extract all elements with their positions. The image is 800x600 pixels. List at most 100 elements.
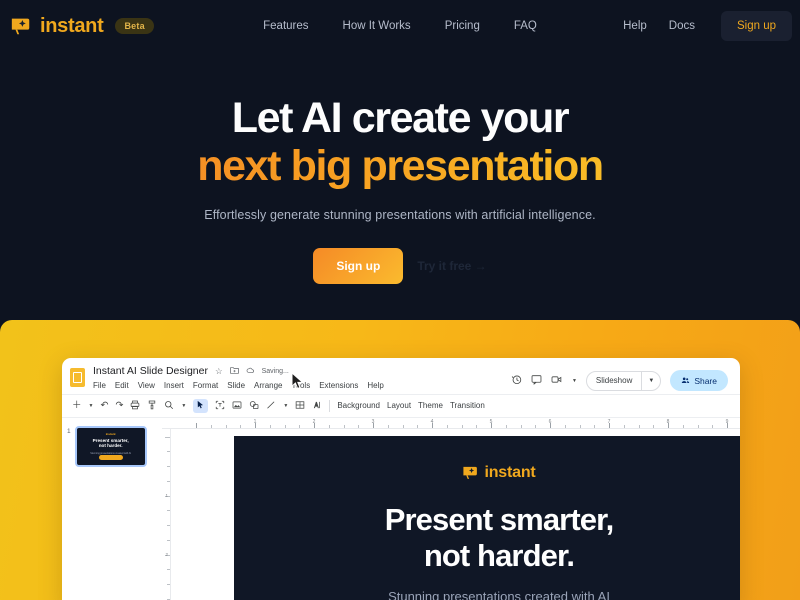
editor-body: 1 instant Present smarter, not harder. St…: [62, 416, 740, 600]
ruler-tick: [417, 424, 419, 428]
nav-link-faq[interactable]: FAQ: [514, 20, 537, 32]
ruler-label: 2: [165, 551, 168, 557]
menu-item-help[interactable]: Help: [367, 381, 383, 390]
undo-icon[interactable]: ↶: [100, 401, 108, 411]
line-icon[interactable]: [266, 400, 276, 413]
editor-action-bar: ▼ Slideshow ▼ Share: [511, 365, 730, 391]
slide-heading-line-2: not harder.: [423, 538, 575, 574]
ruler-tick: [387, 424, 389, 428]
hero-section: Let AI create your next big presentation…: [0, 52, 800, 322]
thumbnail-cta-shape: [98, 454, 123, 460]
ruler-tick: [167, 451, 170, 453]
zoom-caret-icon[interactable]: ▼: [181, 403, 186, 409]
menu-item-tools[interactable]: Tools: [292, 381, 311, 390]
save-status-text: Saving...: [261, 367, 289, 375]
add-slide-caret-icon[interactable]: ▼: [89, 403, 94, 409]
vertical-ruler[interactable]: 123: [162, 428, 171, 600]
thumbnail-title: Present smarter, not harder.: [92, 437, 129, 449]
slide-thumbnail[interactable]: instant Present smarter, not harder. Stun…: [74, 425, 147, 467]
menu-item-arrange[interactable]: Arrange: [254, 381, 282, 390]
slide-subheading: Stunning presentations created with AI: [388, 588, 610, 600]
horizontal-ruler[interactable]: 1 2 3 4 5 6 7 8 9: [162, 417, 740, 429]
ruler-tick: [167, 480, 170, 482]
menu-item-edit[interactable]: Edit: [115, 381, 129, 390]
ruler-tick: [167, 569, 170, 571]
share-label: Share: [694, 375, 717, 386]
ruler-label: 1: [253, 418, 257, 425]
table-icon[interactable]: [295, 400, 305, 413]
menu-item-format[interactable]: Format: [193, 381, 218, 390]
ruler-label: 5: [489, 418, 493, 425]
print-icon[interactable]: [130, 400, 140, 413]
history-clock-icon[interactable]: [511, 374, 522, 388]
slide-editor-window: Instant AI Slide Designer ☆ Saving... Fi…: [62, 358, 740, 600]
transition-button[interactable]: Transition: [450, 401, 485, 410]
editor-formatting-toolbar: ＋ ▼ ↶ ↷ ▼ ▼ Background Layout Theme Tran…: [62, 394, 740, 417]
redo-icon[interactable]: ↷: [115, 401, 123, 411]
nav-link-docs[interactable]: Docs: [669, 20, 695, 32]
menu-item-insert[interactable]: Insert: [164, 381, 184, 390]
nav-link-how-it-works[interactable]: How It Works: [343, 20, 411, 32]
star-icon[interactable]: ☆: [215, 367, 223, 376]
beta-badge: Beta: [115, 18, 154, 34]
ruler-tick: [505, 424, 507, 428]
ruler-tick: [446, 424, 448, 428]
insert-image-icon[interactable]: [232, 400, 242, 413]
zoom-icon[interactable]: [164, 400, 174, 413]
meet-dropdown-caret-icon[interactable]: ▼: [572, 378, 577, 384]
menu-item-slide[interactable]: Slide: [227, 381, 245, 390]
cloud-saved-icon[interactable]: [246, 366, 255, 377]
nav-link-help[interactable]: Help: [623, 20, 647, 32]
select-cursor-icon[interactable]: [193, 399, 209, 413]
ruler-label: 9: [725, 418, 729, 425]
active-slide-canvas[interactable]: instant Present smarter, not harder. Stu…: [234, 435, 740, 600]
layout-button[interactable]: Layout: [387, 401, 411, 410]
menu-item-file[interactable]: File: [93, 381, 106, 390]
projector-sparkle-icon: [462, 464, 479, 481]
ruler-tick: [358, 424, 360, 428]
ruler-label: 8: [666, 418, 670, 425]
ruler-tick: [328, 424, 330, 428]
slide-logo-word: instant: [484, 463, 536, 481]
theme-button[interactable]: Theme: [418, 401, 443, 410]
menu-item-extensions[interactable]: Extensions: [319, 381, 358, 390]
ruler-tick: [240, 424, 242, 428]
slideshow-dropdown-caret-icon[interactable]: ▼: [642, 378, 660, 384]
document-title[interactable]: Instant AI Slide Designer: [93, 365, 208, 377]
text-box-icon[interactable]: [215, 400, 225, 413]
nav-signup-button[interactable]: Sign up: [720, 11, 792, 41]
secondary-nav: Help Docs Sign up: [623, 11, 800, 41]
ruler-tick: [638, 424, 640, 428]
video-camera-icon[interactable]: [551, 374, 563, 388]
slide-canvas-stage[interactable]: instant Present smarter, not harder. Stu…: [171, 428, 740, 600]
ruler-tick: [402, 424, 404, 428]
brand-logo[interactable]: instant Beta: [0, 15, 154, 38]
list-item[interactable]: 1 instant Present smarter, not harder. St…: [67, 425, 158, 467]
ruler-tick: [167, 466, 170, 467]
paint-format-icon[interactable]: [147, 400, 157, 413]
ruler-tick: [535, 424, 537, 428]
nav-link-features[interactable]: Features: [263, 20, 308, 32]
menu-item-view[interactable]: View: [138, 381, 155, 390]
ruler-tick: [343, 424, 345, 428]
comment-icon[interactable]: [531, 374, 542, 388]
ruler-tick: [167, 584, 170, 585]
hero-signup-button[interactable]: Sign up: [313, 248, 404, 285]
line-caret-icon[interactable]: ▼: [283, 403, 288, 409]
shape-icon[interactable]: [249, 400, 259, 413]
move-to-folder-icon[interactable]: [229, 366, 239, 377]
transition-effect-icon[interactable]: [312, 400, 322, 413]
slideshow-button[interactable]: Slideshow ▼: [585, 370, 662, 391]
ruler-tick: [269, 424, 271, 428]
share-button[interactable]: Share: [670, 370, 728, 391]
background-button[interactable]: Background: [337, 401, 380, 410]
add-slide-icon[interactable]: ＋: [72, 401, 82, 411]
hero-try-it-free-link[interactable]: Try it free →: [417, 259, 486, 273]
thumbnail-logo: instant: [105, 431, 116, 436]
people-icon: [682, 377, 690, 383]
ruler-tick: [196, 422, 197, 428]
ruler-tick: [712, 424, 714, 428]
ruler-tick: [579, 424, 581, 428]
nav-link-pricing[interactable]: Pricing: [445, 20, 480, 32]
slide-logo: instant: [234, 464, 740, 482]
